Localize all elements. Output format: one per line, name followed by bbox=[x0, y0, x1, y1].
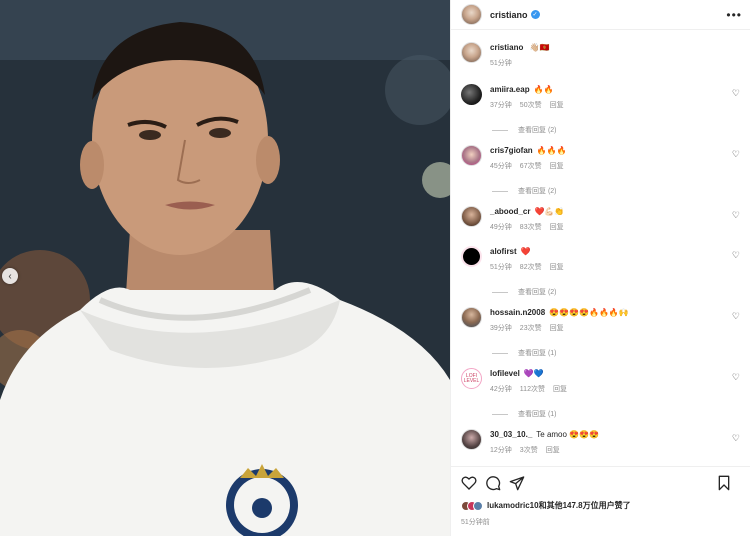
post-side-panel: cristiano ✓ ••• cristiano 👋🏼🇲🇪 51分钟 amii… bbox=[450, 0, 750, 536]
reply-button[interactable]: 回复 bbox=[546, 447, 560, 454]
comment-item: _abood_cr ❤️💪🏻👏 49分钟 83次赞 回复 ♡ bbox=[461, 206, 740, 233]
post-header: cristiano ✓ ••• bbox=[451, 0, 750, 30]
heart-icon[interactable]: ♡ bbox=[732, 372, 740, 383]
view-replies-button[interactable]: 查看回复 (2) bbox=[492, 287, 740, 297]
comment-item: amiira.eap 🔥🔥 37分钟 50次赞 回复 ♡ 查看回复 (2) bbox=[461, 84, 740, 135]
comment-item: 30_03_10._ Te amoo 😍😍😍 12分钟 3次赞 回复 ♡ bbox=[461, 429, 740, 456]
post-time: 51分钟前 bbox=[461, 519, 490, 526]
caption-username[interactable]: cristiano bbox=[490, 43, 523, 52]
comment-time: 42分钟 bbox=[490, 386, 512, 393]
post-actions: lukamodric10和其他147.8万位用户赞了 51分钟前 bbox=[451, 466, 750, 536]
avatar[interactable] bbox=[461, 429, 482, 450]
comment-text: ❤️💪🏻👏 bbox=[534, 207, 565, 216]
avatar[interactable] bbox=[461, 246, 482, 267]
comment-item: LOFI LEVEL lofilevel 💜💙 42分钟 112次赞 回复 ♡ 查看回复… bbox=[461, 368, 740, 419]
comment-username[interactable]: lofilevel bbox=[490, 369, 520, 378]
comment-likes[interactable]: 50次赞 bbox=[520, 102, 542, 109]
heart-icon[interactable] bbox=[461, 475, 477, 491]
post-photo: ‹ bbox=[0, 0, 450, 536]
comment-likes[interactable]: 67次赞 bbox=[520, 163, 542, 170]
avatar[interactable] bbox=[461, 42, 482, 63]
comment-likes[interactable]: 3次赞 bbox=[520, 447, 538, 454]
comments-list[interactable]: cristiano 👋🏼🇲🇪 51分钟 amiira.eap 🔥🔥 37分钟 50次… bbox=[451, 30, 750, 466]
heart-icon[interactable]: ♡ bbox=[732, 88, 740, 99]
avatar[interactable]: LOFI LEVEL bbox=[461, 368, 482, 389]
comment-time: 12分钟 bbox=[490, 447, 512, 454]
comment-likes[interactable]: 112次赞 bbox=[520, 386, 545, 393]
comment-item: hossain.n2008 😍😍😍😍🔥🔥🔥🙌 39分钟 23次赞 回复 ♡ 查看回复 … bbox=[461, 307, 740, 358]
comment-item: cris7giofan 🔥🔥🔥 45分钟 67次赞 回复 ♡ 查看回复 (2) bbox=[461, 145, 740, 196]
view-replies-button[interactable]: 查看回复 (2) bbox=[492, 186, 740, 196]
comment-likes[interactable]: 23次赞 bbox=[520, 325, 542, 332]
comment-time: 37分钟 bbox=[490, 102, 512, 109]
avatar[interactable] bbox=[461, 307, 482, 328]
more-icon[interactable]: ••• bbox=[726, 8, 742, 22]
caption-time: 51分钟 bbox=[490, 60, 512, 67]
reply-button[interactable]: 回复 bbox=[550, 224, 564, 231]
view-replies-button[interactable]: 查看回复 (1) bbox=[492, 409, 740, 419]
comment-text: 🔥🔥 bbox=[533, 85, 554, 94]
comment-username[interactable]: alofirst bbox=[490, 247, 517, 256]
likes-summary[interactable]: lukamodric10和其他147.8万位用户赞了 bbox=[461, 500, 740, 511]
reply-button[interactable]: 回复 bbox=[550, 102, 564, 109]
reply-button[interactable]: 回复 bbox=[550, 163, 564, 170]
comment-item: alofirst ❤️ 51分钟 82次赞 回复 ♡ 查看回复 (2) bbox=[461, 246, 740, 297]
heart-icon[interactable]: ♡ bbox=[732, 149, 740, 160]
heart-icon[interactable]: ♡ bbox=[732, 433, 740, 444]
reply-button[interactable]: 回复 bbox=[553, 386, 567, 393]
comment-text: Te amoo 😍😍😍 bbox=[536, 430, 600, 439]
heart-icon[interactable]: ♡ bbox=[732, 210, 740, 221]
likes-text[interactable]: lukamodric10和其他147.8万位用户赞了 bbox=[487, 500, 631, 511]
comment-time: 39分钟 bbox=[490, 325, 512, 332]
avatar[interactable] bbox=[461, 145, 482, 166]
avatar bbox=[473, 500, 483, 511]
view-replies-button[interactable]: 查看回复 (2) bbox=[492, 125, 740, 135]
comment-username[interactable]: cris7giofan bbox=[490, 146, 533, 155]
caption: cristiano 👋🏼🇲🇪 51分钟 bbox=[451, 30, 750, 72]
comment-text: 💜💙 bbox=[523, 369, 544, 378]
avatar[interactable] bbox=[461, 4, 482, 25]
comment-text: ❤️ bbox=[520, 247, 531, 256]
bookmark-icon[interactable] bbox=[716, 475, 732, 491]
comment-username[interactable]: amiira.eap bbox=[490, 85, 530, 94]
comment-username[interactable]: _abood_cr bbox=[490, 207, 530, 216]
comment-likes[interactable]: 82次赞 bbox=[520, 264, 542, 271]
heart-icon[interactable]: ♡ bbox=[732, 311, 740, 322]
share-icon[interactable] bbox=[509, 475, 525, 491]
verified-icon: ✓ bbox=[530, 10, 540, 19]
comment-username[interactable]: hossain.n2008 bbox=[490, 308, 545, 317]
view-replies-button[interactable]: 查看回复 (1) bbox=[492, 348, 740, 358]
comment-time: 49分钟 bbox=[490, 224, 512, 231]
comment-time: 51分钟 bbox=[490, 264, 512, 271]
comment-likes[interactable]: 83次赞 bbox=[520, 224, 542, 231]
comment-username[interactable]: 30_03_10._ bbox=[490, 430, 532, 439]
avatar[interactable] bbox=[461, 84, 482, 105]
header-username[interactable]: cristiano bbox=[490, 10, 528, 20]
comment-icon[interactable] bbox=[485, 475, 501, 491]
comment-text: 🔥🔥🔥 bbox=[536, 146, 567, 155]
caption-text: 👋🏼🇲🇪 bbox=[529, 43, 550, 52]
comment-text: 😍😍😍😍🔥🔥🔥🙌 bbox=[549, 308, 629, 317]
comment-time: 45分钟 bbox=[490, 163, 512, 170]
chevron-left-icon[interactable]: ‹ bbox=[2, 268, 18, 284]
reply-button[interactable]: 回复 bbox=[550, 264, 564, 271]
heart-icon[interactable]: ♡ bbox=[732, 250, 740, 261]
avatar[interactable] bbox=[461, 206, 482, 227]
reply-button[interactable]: 回复 bbox=[550, 325, 564, 332]
